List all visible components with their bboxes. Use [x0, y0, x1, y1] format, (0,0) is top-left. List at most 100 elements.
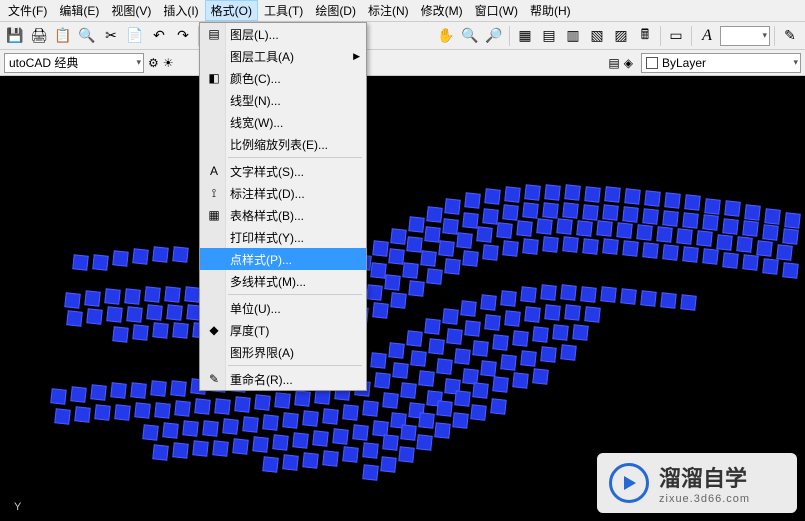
point-marker[interactable]: [70, 386, 86, 402]
cut-button[interactable]: ✂: [100, 25, 122, 47]
point-marker[interactable]: [564, 184, 580, 200]
menu-item-l[interactable]: ▤图层(L)...: [200, 23, 366, 45]
point-marker[interactable]: [584, 306, 600, 322]
point-marker[interactable]: [524, 184, 540, 200]
point-marker[interactable]: [390, 292, 406, 308]
point-marker[interactable]: [562, 202, 578, 218]
point-marker[interactable]: [460, 300, 476, 316]
point-marker[interactable]: [64, 292, 80, 308]
point-marker[interactable]: [166, 304, 182, 320]
point-marker[interactable]: [252, 436, 268, 452]
menu-item-w[interactable]: 线宽(W)...: [200, 111, 366, 133]
point-marker[interactable]: [112, 250, 128, 266]
point-marker[interactable]: [562, 236, 578, 252]
point-marker[interactable]: [560, 344, 576, 360]
point-marker[interactable]: [516, 220, 532, 236]
menu-item-3[interactable]: 插入(I): [157, 0, 204, 21]
point-marker[interactable]: [484, 188, 500, 204]
point-marker[interactable]: [582, 204, 598, 220]
point-marker[interactable]: [492, 334, 508, 350]
point-marker[interactable]: [622, 206, 638, 222]
point-marker[interactable]: [132, 248, 148, 264]
point-marker[interactable]: [408, 216, 424, 232]
point-marker[interactable]: [576, 220, 592, 236]
point-marker[interactable]: [446, 328, 462, 344]
bylayer-combo[interactable]: ByLayer: [641, 53, 801, 73]
menu-item-y[interactable]: 打印样式(Y)...: [200, 226, 366, 248]
point-marker[interactable]: [464, 192, 480, 208]
point-marker[interactable]: [170, 380, 186, 396]
point-marker[interactable]: [342, 446, 358, 462]
text-style-combo[interactable]: [720, 26, 770, 46]
point-marker[interactable]: [524, 306, 540, 322]
point-marker[interactable]: [744, 204, 760, 220]
point-marker[interactable]: [366, 284, 382, 300]
point-marker[interactable]: [372, 240, 388, 256]
point-marker[interactable]: [532, 368, 548, 384]
point-marker[interactable]: [476, 226, 492, 242]
point-marker[interactable]: [472, 340, 488, 356]
point-marker[interactable]: [520, 350, 536, 366]
point-marker[interactable]: [254, 394, 270, 410]
markup-button[interactable]: ▨: [610, 25, 632, 47]
point-marker[interactable]: [146, 304, 162, 320]
menu-item-e[interactable]: 比例缩放列表(E)...: [200, 133, 366, 155]
point-marker[interactable]: [370, 352, 386, 368]
point-marker[interactable]: [454, 348, 470, 364]
point-marker[interactable]: [152, 246, 168, 262]
point-marker[interactable]: [782, 262, 798, 278]
point-marker[interactable]: [388, 342, 404, 358]
point-marker[interactable]: [124, 288, 140, 304]
point-marker[interactable]: [660, 292, 676, 308]
point-marker[interactable]: [470, 404, 486, 420]
point-marker[interactable]: [564, 304, 580, 320]
point-marker[interactable]: [410, 350, 426, 366]
point-marker[interactable]: [182, 420, 198, 436]
point-marker[interactable]: [764, 208, 780, 224]
point-marker[interactable]: [512, 330, 528, 346]
point-marker[interactable]: [72, 254, 88, 270]
point-marker[interactable]: [322, 450, 338, 466]
menu-item-a[interactable]: 图层工具(A)▶: [200, 45, 366, 67]
point-marker[interactable]: [400, 382, 416, 398]
point-marker[interactable]: [418, 370, 434, 386]
point-marker[interactable]: [406, 330, 422, 346]
point-marker[interactable]: [696, 230, 712, 246]
point-marker[interactable]: [152, 444, 168, 460]
point-marker[interactable]: [50, 388, 66, 404]
point-marker[interactable]: [438, 240, 454, 256]
point-marker[interactable]: [132, 324, 148, 340]
point-marker[interactable]: [164, 286, 180, 302]
point-marker[interactable]: [144, 286, 160, 302]
point-marker[interactable]: [622, 240, 638, 256]
point-marker[interactable]: [352, 424, 368, 440]
point-marker[interactable]: [142, 424, 158, 440]
point-marker[interactable]: [274, 392, 290, 408]
tool-palette-button[interactable]: ▥: [562, 25, 584, 47]
menu-item-6[interactable]: 绘图(D): [309, 0, 362, 21]
point-marker[interactable]: [536, 218, 552, 234]
point-marker[interactable]: [762, 258, 778, 274]
menu-item-c[interactable]: ◧颜色(C)...: [200, 67, 366, 89]
menu-item-1[interactable]: 编辑(E): [53, 0, 105, 21]
point-marker[interactable]: [292, 432, 308, 448]
point-marker[interactable]: [434, 422, 450, 438]
point-marker[interactable]: [716, 234, 732, 250]
point-marker[interactable]: [362, 400, 378, 416]
point-marker[interactable]: [604, 186, 620, 202]
point-marker[interactable]: [742, 254, 758, 270]
menu-item-8[interactable]: 修改(M): [415, 0, 469, 21]
point-marker[interactable]: [462, 250, 478, 266]
point-marker[interactable]: [742, 220, 758, 236]
zoom-in-button[interactable]: 🔍: [459, 25, 481, 47]
point-marker[interactable]: [544, 184, 560, 200]
point-marker[interactable]: [782, 228, 798, 244]
copy-button[interactable]: 📋: [52, 25, 74, 47]
point-marker[interactable]: [426, 206, 442, 222]
menu-item-7[interactable]: 标注(N): [362, 0, 415, 21]
point-marker[interactable]: [436, 358, 452, 374]
point-marker[interactable]: [66, 310, 82, 326]
point-marker[interactable]: [428, 338, 444, 354]
point-marker[interactable]: [362, 464, 378, 480]
menu-item-b[interactable]: ▦表格样式(B)...: [200, 204, 366, 226]
